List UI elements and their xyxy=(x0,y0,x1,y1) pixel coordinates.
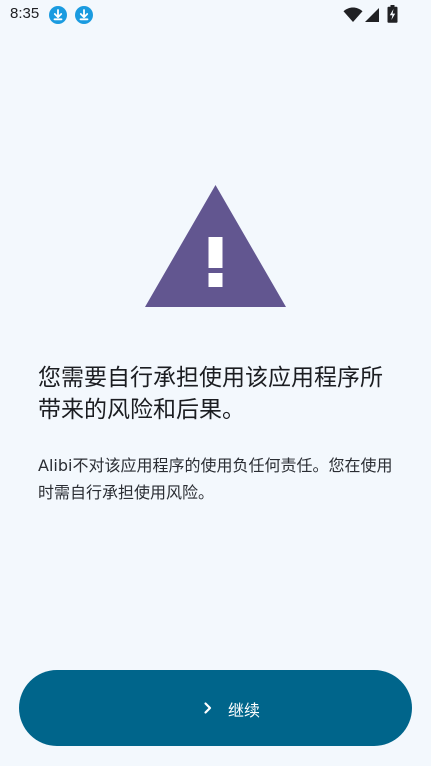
status-bar: 8:35 xyxy=(0,0,431,30)
download-icon xyxy=(75,6,93,24)
download-icon xyxy=(49,6,67,24)
signal-icon xyxy=(365,8,379,22)
warning-headline: 您需要自行承担使用该应用程序所带来的风险和后果。 xyxy=(38,365,383,423)
continue-button-content: 继续 xyxy=(19,670,412,746)
chevron-right-icon xyxy=(204,702,212,714)
warning-description: Alibi不对该应用程序的使用负任何责任。您在使用时需自行承担使用风险。 xyxy=(38,456,393,502)
wifi-icon xyxy=(343,7,363,22)
continue-button-label: 继续 xyxy=(228,701,261,720)
status-time: 8:35 xyxy=(10,5,40,22)
continue-button[interactable]: 继续 xyxy=(19,670,412,746)
warning-triangle-icon xyxy=(145,185,286,307)
battery-charging-icon xyxy=(387,5,398,23)
